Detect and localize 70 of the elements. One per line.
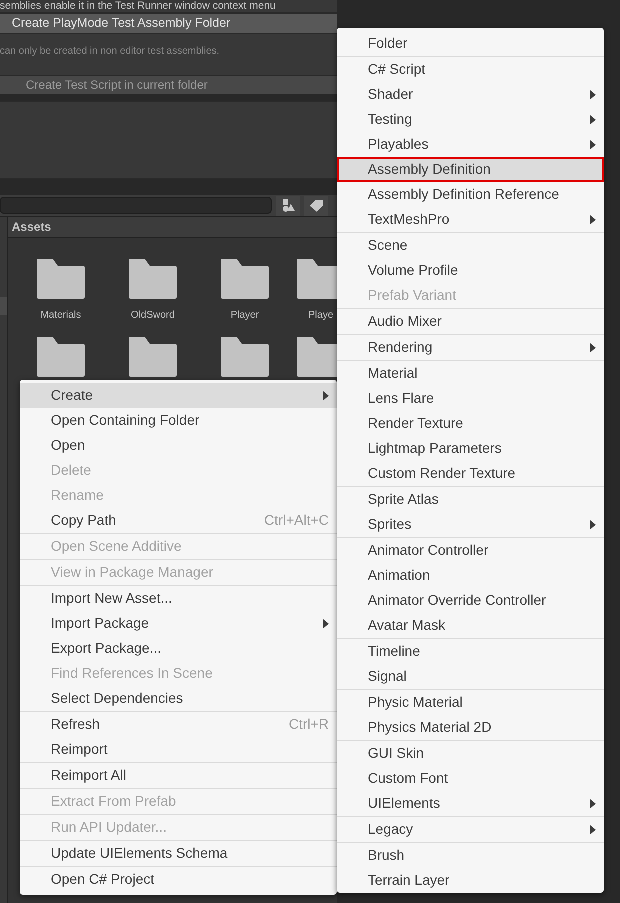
folder-label: Playe (308, 309, 334, 323)
menu-item[interactable]: Copy Path Ctrl+Alt+C (20, 508, 337, 533)
menu-item[interactable]: Audio Mixer (337, 309, 604, 334)
menu-item[interactable]: C# Script (337, 57, 604, 82)
menu-item[interactable]: Volume Profile (337, 258, 604, 283)
folder-icon[interactable] (129, 337, 177, 377)
folder-icon[interactable] (37, 337, 85, 377)
menu-item[interactable]: Folder (337, 31, 604, 56)
menu-item[interactable]: Render Texture (337, 411, 604, 436)
menu-item[interactable]: Animation (337, 563, 604, 588)
menu-item[interactable]: Brush (337, 843, 604, 868)
menu-item[interactable]: Assembly Definition (337, 157, 604, 182)
menu-item[interactable]: Lightmap Parameters (337, 436, 604, 461)
menu-item[interactable]: TextMeshPro (337, 207, 604, 232)
menu-item[interactable]: GUI Skin (337, 741, 604, 766)
menu-item[interactable]: Avatar Mask (337, 613, 604, 638)
menu-item[interactable]: Open Containing Folder (20, 408, 337, 433)
menu-item[interactable]: Reimport All (20, 763, 337, 788)
note-text: can only be created in non editor test assemblies. (0, 45, 220, 59)
menu-item[interactable]: Legacy (337, 817, 604, 842)
folder-icon[interactable] (37, 259, 85, 299)
menu-item[interactable]: Testing (337, 107, 604, 132)
tag-icon (310, 200, 322, 212)
folder-icon[interactable] (297, 337, 337, 377)
menu-item[interactable]: Sprites (337, 512, 604, 537)
menu-item[interactable]: Scene (337, 233, 604, 258)
menu-item[interactable]: Open C# Project (20, 867, 337, 892)
breadcrumb[interactable]: Assets (12, 218, 52, 236)
sidebar-selection (0, 297, 7, 315)
search-field[interactable] (0, 197, 272, 214)
menu-item[interactable]: Select Dependencies (20, 686, 337, 711)
info-text: semblies enable it in the Test Runner window context menu (0, 0, 277, 12)
menu-item[interactable]: Custom Render Texture (337, 461, 604, 486)
folder-label: Player (230, 309, 260, 323)
folder-icon[interactable] (221, 337, 269, 377)
create-playmode-folder-button[interactable]: Create PlayMode Test Assembly Folder (0, 14, 337, 34)
menu-item[interactable]: Import Package (20, 611, 337, 636)
menu-item[interactable]: Timeline (337, 639, 604, 664)
menu-item[interactable]: Import New Asset... (20, 586, 337, 611)
menu-item[interactable]: Assembly Definition Reference (337, 182, 604, 207)
folder-icon[interactable] (297, 259, 337, 299)
filter-label-button[interactable] (304, 196, 328, 216)
menu-item[interactable]: Reimport (20, 737, 337, 762)
menu-item[interactable]: Sprite Atlas (337, 487, 604, 512)
menu-item[interactable]: Animator Override Controller (337, 588, 604, 613)
menu-item[interactable]: Refresh Ctrl+R (20, 712, 337, 737)
menu-item[interactable]: Update UIElements Schema (20, 841, 337, 866)
menu-item[interactable]: Material (337, 361, 604, 386)
menu-item[interactable]: Playables (337, 132, 604, 157)
shortcut-text: Ctrl+Alt+C (264, 511, 329, 530)
menu-item[interactable]: Open (20, 433, 337, 458)
menu-item[interactable]: Export Package... (20, 636, 337, 661)
folder-label: Materials (40, 309, 82, 323)
shortcut-text: Ctrl+R (288, 715, 329, 734)
menu-item[interactable]: Lens Flare (337, 386, 604, 411)
menu-item[interactable]: Physics Material 2D (337, 715, 604, 740)
menu-item[interactable]: Create (20, 383, 337, 408)
menu-item[interactable]: Signal (337, 664, 604, 689)
folder-label: OldSword (131, 309, 175, 323)
menu-item[interactable]: UIElements (337, 791, 604, 816)
folder-icon[interactable] (221, 259, 269, 299)
menu-item[interactable]: Physic Material (337, 690, 604, 715)
shapes-icon (282, 199, 294, 212)
folder-icon[interactable] (129, 259, 177, 299)
menu-item[interactable]: Custom Font (337, 766, 604, 791)
menu-item[interactable]: Rendering (337, 335, 604, 360)
menu-item[interactable]: Shader (337, 82, 604, 107)
menu-item[interactable]: Terrain Layer (337, 868, 604, 893)
filter-type-button[interactable] (276, 196, 300, 216)
menu-item[interactable]: Animator Controller (337, 538, 604, 563)
